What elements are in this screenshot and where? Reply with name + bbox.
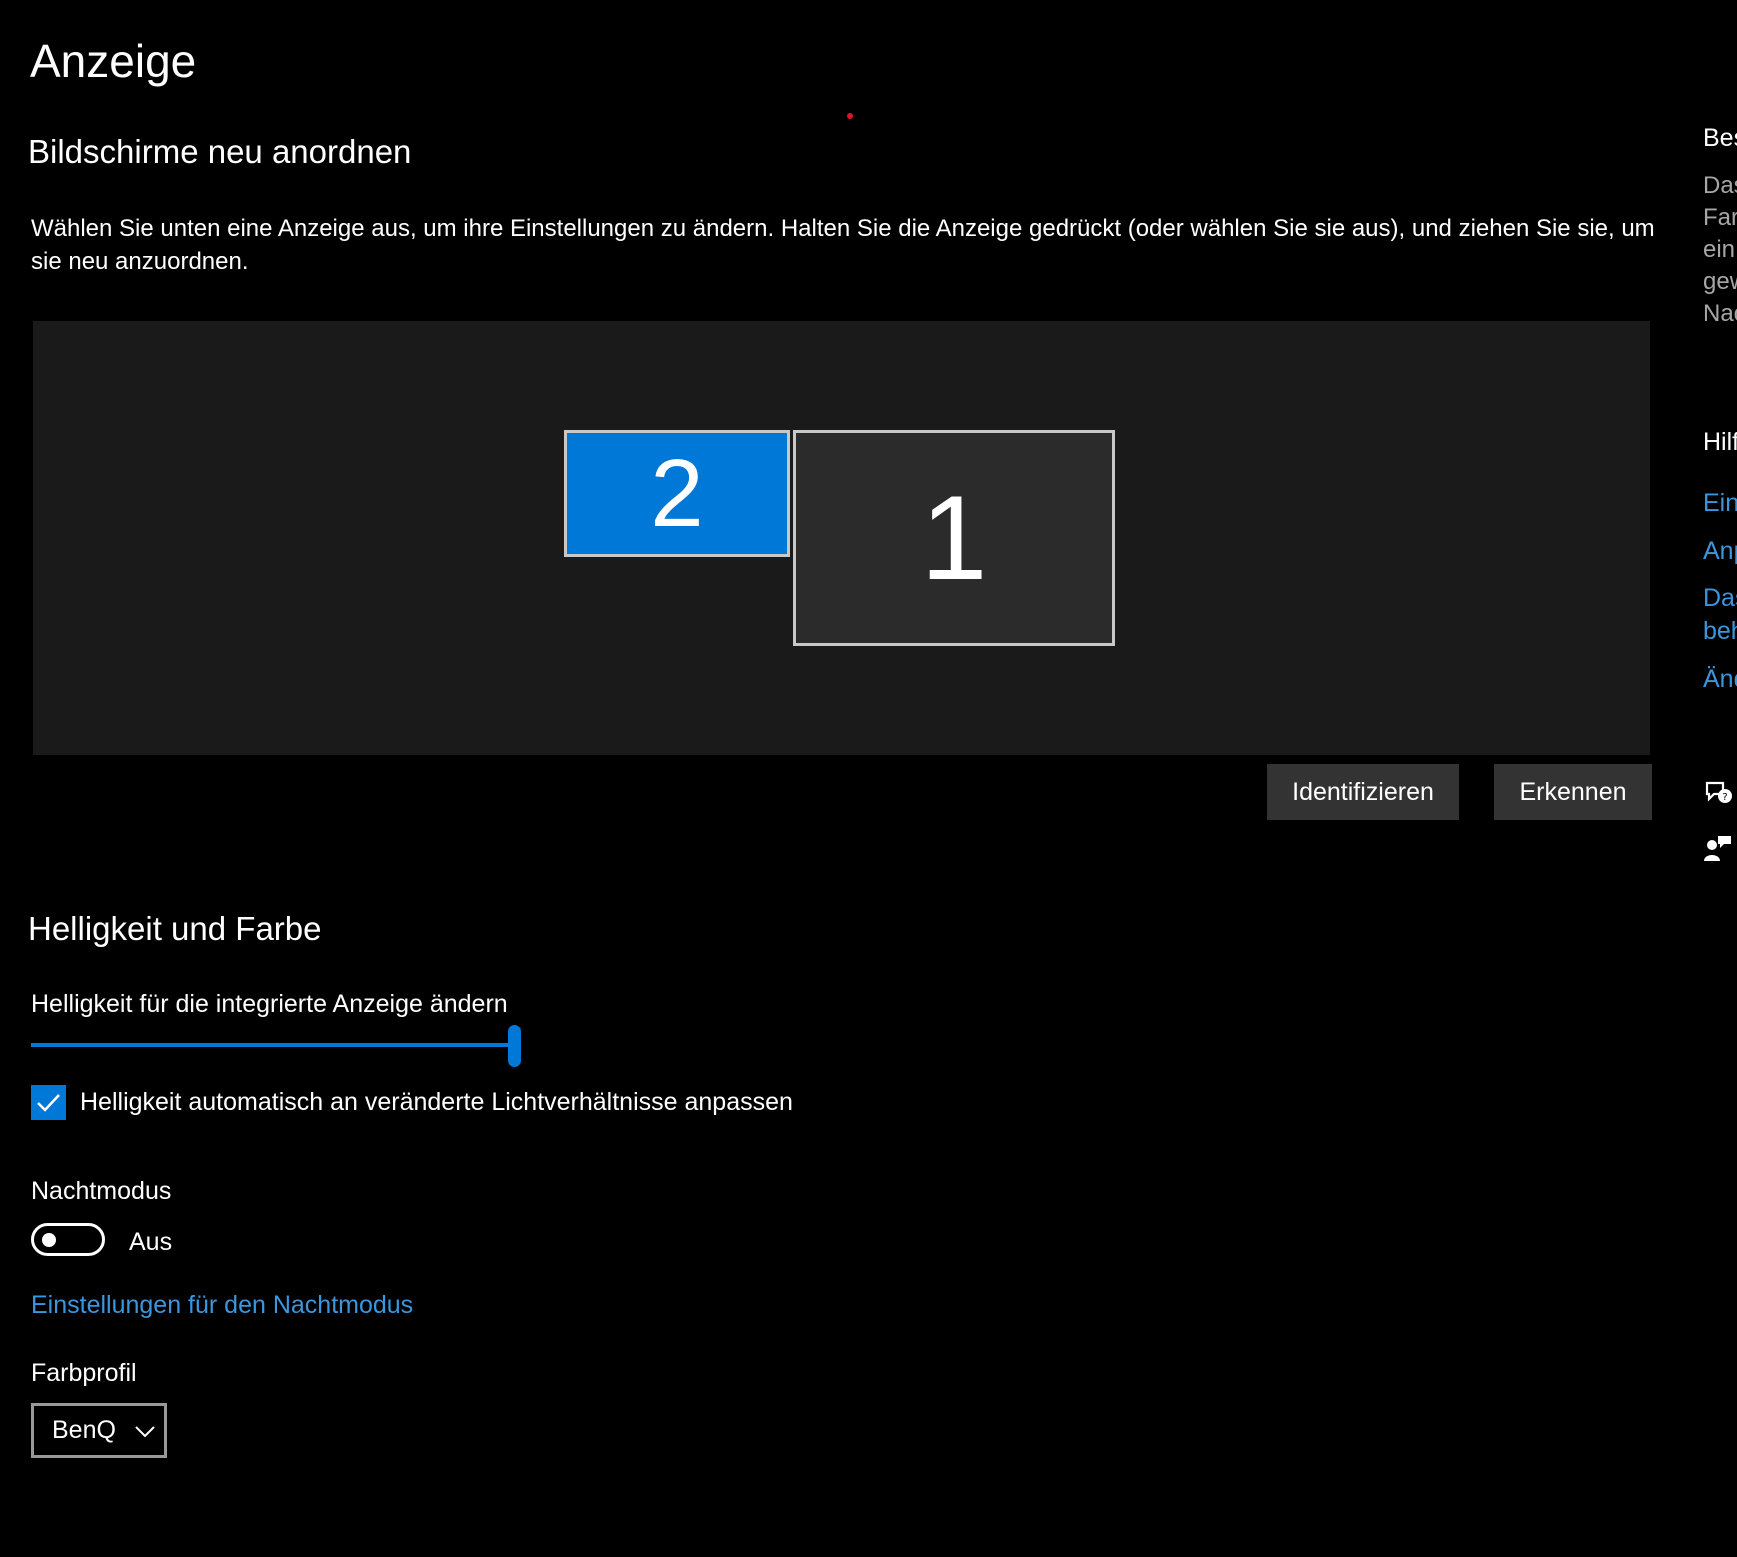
arrange-section-title: Bildschirme neu anordnen	[28, 133, 412, 170]
color-profile-dropdown[interactable]: BenQ	[31, 1403, 167, 1458]
help-heading: Hilf	[1703, 428, 1737, 456]
related-settings-panel: Bes Das Far ein gew Nac Hilf Ein Anp Das…	[1703, 0, 1737, 1557]
chevron-down-icon	[135, 1425, 155, 1437]
feedback-icon[interactable]: ?	[1703, 778, 1733, 808]
help-person-icon[interactable]	[1703, 833, 1733, 863]
color-profile-value: BenQ	[52, 1416, 116, 1444]
toggle-knob	[42, 1233, 56, 1247]
help-link[interactable]: Das	[1703, 582, 1737, 614]
monitor-2-label: 2	[650, 439, 704, 547]
monitor-1[interactable]: 1	[793, 430, 1115, 646]
related-text-line: Nac	[1703, 300, 1737, 327]
night-mode-toggle[interactable]	[31, 1223, 105, 1256]
page-title: Anzeige	[30, 35, 197, 87]
cursor-dot	[847, 113, 853, 119]
help-link[interactable]: Ein	[1703, 487, 1737, 519]
monitor-2[interactable]: 2	[564, 430, 790, 557]
night-mode-label: Nachtmodus	[31, 1177, 172, 1205]
brightness-slider-track[interactable]	[31, 1043, 514, 1047]
related-text-line: gew	[1703, 268, 1737, 295]
detect-button[interactable]: Erkennen	[1494, 764, 1652, 820]
related-settings-heading: Bes	[1703, 124, 1737, 152]
help-link[interactable]: Änd	[1703, 663, 1737, 695]
brightness-slider-label: Helligkeit für die integrierte Anzeige ä…	[31, 990, 508, 1018]
night-mode-settings-link[interactable]: Einstellungen für den Nachtmodus	[31, 1291, 413, 1320]
help-link[interactable]: Anp	[1703, 535, 1737, 567]
brightness-section-title: Helligkeit und Farbe	[28, 910, 322, 947]
monitor-1-label: 1	[920, 471, 988, 605]
checkmark-icon	[37, 1094, 60, 1112]
help-link[interactable]: beh	[1703, 615, 1737, 647]
night-mode-state: Aus	[129, 1228, 173, 1256]
arrange-description: Wählen Sie unten eine Anzeige aus, um ih…	[31, 215, 1655, 275]
related-text-line: Far	[1703, 204, 1737, 231]
svg-text:?: ?	[1722, 792, 1727, 803]
color-profile-label: Farbprofil	[31, 1359, 137, 1387]
auto-brightness-checkbox[interactable]	[31, 1085, 66, 1120]
brightness-slider-thumb[interactable]	[508, 1025, 521, 1067]
related-text-line: Das	[1703, 172, 1737, 199]
identify-button[interactable]: Identifizieren	[1267, 764, 1459, 820]
related-text-line: ein	[1703, 236, 1736, 263]
auto-brightness-label[interactable]: Helligkeit automatisch an veränderte Lic…	[80, 1088, 793, 1117]
